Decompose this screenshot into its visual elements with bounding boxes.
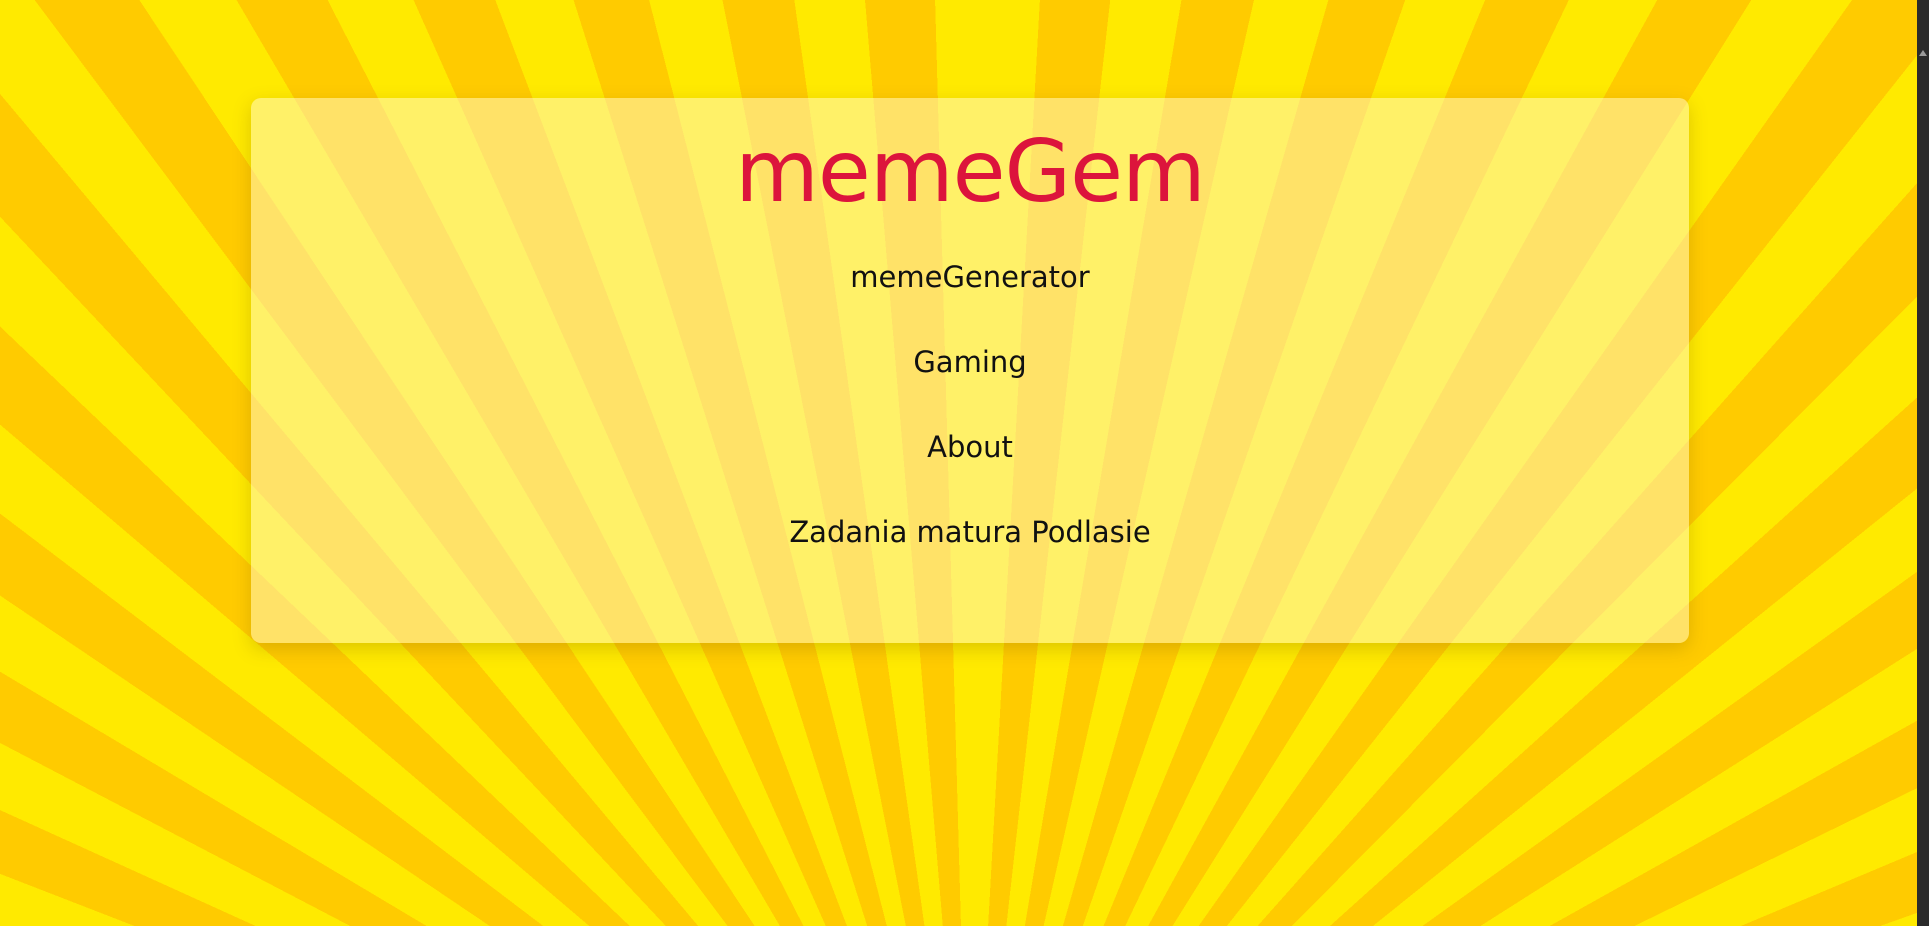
main-nav: memeGenerator Gaming About Zadania matur… <box>251 257 1689 597</box>
nav-link-zadania-matura-podlasie[interactable]: Zadania matura Podlasie <box>789 512 1150 597</box>
nav-link-gaming[interactable]: Gaming <box>913 342 1026 427</box>
scroll-up-arrow-icon[interactable] <box>1919 50 1927 56</box>
site-title: memeGem <box>735 122 1206 222</box>
menu-card: memeGem memeGenerator Gaming About Zadan… <box>251 98 1689 643</box>
nav-link-meme-generator[interactable]: memeGenerator <box>850 257 1089 342</box>
nav-link-about[interactable]: About <box>927 427 1013 512</box>
vertical-scrollbar[interactable] <box>1917 0 1929 926</box>
